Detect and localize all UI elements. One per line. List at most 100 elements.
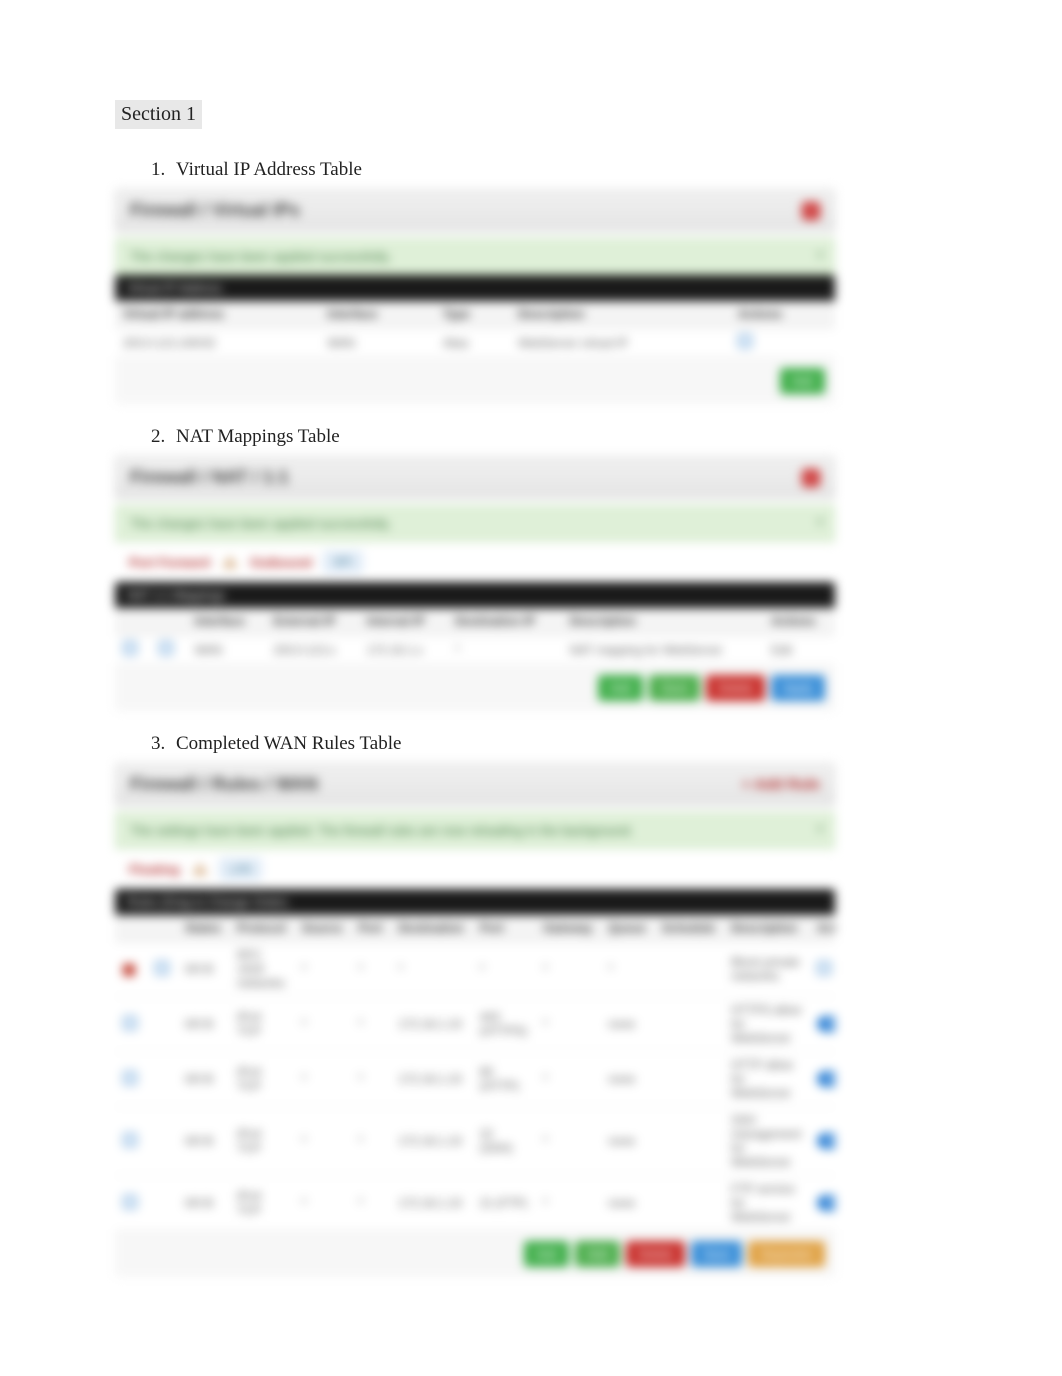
action-badge[interactable]: Edit/Copy (817, 1195, 835, 1211)
panel3-table-caption: Rules (Drag to Change Order) (115, 889, 835, 915)
close-icon[interactable]: × (802, 469, 820, 487)
panel3-title: Firewall / Rules / WAN (130, 774, 318, 795)
cell[interactable] (809, 942, 835, 997)
add-button[interactable]: Add (524, 1241, 569, 1267)
cell: FTP service for WebServer (723, 1176, 809, 1231)
cell: * (535, 997, 600, 1052)
cell: IPv4 TCP (229, 997, 294, 1052)
add-button[interactable]: Add (780, 368, 825, 394)
panel1-buttons: Add (115, 358, 835, 404)
cell-check[interactable] (115, 635, 151, 665)
close-icon[interactable]: × (802, 202, 820, 220)
cell: 0/0 B (177, 1107, 229, 1176)
cell-action[interactable]: Edit/Copy (809, 997, 835, 1052)
cell-action[interactable] (730, 328, 835, 358)
panel1-alert: The changes have been applied successful… (115, 238, 835, 275)
list-item-1-label: Virtual IP Address Table (170, 159, 362, 180)
cell: none (600, 997, 653, 1052)
cell-action[interactable]: Edit/Copy (809, 1107, 835, 1176)
cell: SSH management for WebServer (723, 1107, 809, 1176)
delete-button[interactable]: Delete (706, 675, 765, 701)
cell: 172.16.1.10 (390, 1176, 471, 1231)
cell: * (294, 1107, 351, 1176)
cell: * (350, 942, 390, 997)
checkbox[interactable] (123, 1133, 137, 1147)
cell (654, 942, 723, 997)
triangle-icon (192, 863, 208, 875)
th: Interface (319, 301, 434, 328)
table-row[interactable]: WAN 203.0.113.x 172.16.1.x * NAT mapping… (115, 635, 835, 665)
separator-button[interactable]: Separator (748, 1241, 825, 1267)
panel3-alert-text: The settings have been applied. The fire… (130, 823, 633, 838)
th: Destination IP (447, 608, 562, 635)
th: Port (472, 915, 535, 942)
cell: none (600, 1052, 653, 1107)
gear-icon[interactable] (817, 961, 831, 975)
checkbox[interactable] (155, 961, 169, 975)
cell: 443 (HTTPS) (472, 997, 535, 1052)
triangle-icon (222, 556, 238, 568)
table-row[interactable]: 0/0 B IPv4 TCP * * 172.16.1.10 22 (SSH) … (115, 1107, 835, 1176)
cell: * (447, 635, 562, 665)
alert-close-icon[interactable]: × (816, 514, 824, 529)
th: Description (723, 915, 809, 942)
cell-desc: WebServer virtual IP (510, 328, 730, 358)
panel2-title: Firewall / NAT / 1:1 (130, 467, 289, 488)
panel3-caption[interactable]: + Add Rule (742, 776, 820, 793)
cell: * (294, 942, 351, 997)
th: Interface (187, 608, 266, 635)
panel2-table: Interface External IP Internal IP Destin… (115, 608, 835, 665)
th (115, 915, 147, 942)
tab-npt[interactable]: NPt (324, 552, 362, 572)
th: Protocol (229, 915, 294, 942)
save-button[interactable]: Save (649, 675, 700, 701)
add-button[interactable]: Add (598, 675, 643, 701)
tab-portforward[interactable]: Port Forward (129, 555, 210, 570)
table-row[interactable]: 203.0.113.100/32 WAN Alias WebServer vir… (115, 328, 835, 358)
alert-close-icon[interactable]: × (816, 821, 824, 836)
panel3-tabs: Floating LAN (115, 849, 835, 889)
table-row[interactable]: 0/0 B IPv4 TCP * * 172.16.1.10 443 (HTTP… (115, 997, 835, 1052)
save-button[interactable]: Save (691, 1241, 742, 1267)
checkbox[interactable] (123, 1195, 137, 1209)
add-button-2[interactable]: Add (575, 1241, 620, 1267)
action-badge[interactable]: Edit/Copy (817, 1133, 835, 1149)
cell-action[interactable]: Edit/Copy (809, 1052, 835, 1107)
tab-floating[interactable]: Floating (129, 862, 180, 877)
cell: * (350, 1052, 390, 1107)
cell: 172.16.1.10 (390, 997, 471, 1052)
table-row[interactable]: 0/0 B IPv4 TCP * * 172.16.1.10 21 (FTP) … (115, 1176, 835, 1231)
table-row[interactable]: 0/0 B IPv4 TCP * * 172.16.1.10 80 (HTTP)… (115, 1052, 835, 1107)
th: Gateway (535, 915, 600, 942)
th: Actions (763, 608, 835, 635)
delete-button[interactable]: Delete (626, 1241, 685, 1267)
checkbox[interactable] (123, 1016, 137, 1030)
cell-action[interactable]: Edit/Copy (809, 1176, 835, 1231)
cell: * (390, 942, 471, 997)
panel1-title: Firewall / Virtual IPs (130, 200, 300, 221)
cell-action[interactable]: Edit (763, 635, 835, 665)
panel2-table-caption: NAT 1:1 Mappings (115, 582, 835, 608)
cell: HTTP allow for WebServer (723, 1052, 809, 1107)
cell: 172.16.1.x (359, 635, 447, 665)
cell: none (600, 1107, 653, 1176)
edit-icon[interactable] (738, 334, 752, 348)
action-badge[interactable]: Edit/Copy (817, 1071, 835, 1087)
list-item-3: Completed WAN Rules Table Firewall / Rul… (170, 733, 947, 1277)
tab-lan[interactable]: LAN (220, 859, 261, 879)
tab-outbound[interactable]: Outbound (250, 555, 312, 570)
alert-close-icon[interactable]: × (816, 247, 824, 262)
cell: * (535, 942, 600, 997)
checkbox[interactable] (123, 641, 137, 655)
panel1-table-caption: Virtual IP Address (115, 275, 835, 301)
panel1-table: Virtual IP address Interface Type Descri… (115, 301, 835, 358)
apply-button[interactable]: Apply (771, 675, 825, 701)
cell: HTTPS allow for WebServer (723, 997, 809, 1052)
panel3-header: Firewall / Rules / WAN + Add Rule (115, 763, 835, 806)
checkbox[interactable] (123, 1071, 137, 1085)
action-badge[interactable]: Edit/Copy (817, 1016, 835, 1032)
cell: * (535, 1107, 600, 1176)
cell-type: Alias (435, 328, 510, 358)
cell: * (294, 1176, 351, 1231)
cell: WAN (187, 635, 266, 665)
